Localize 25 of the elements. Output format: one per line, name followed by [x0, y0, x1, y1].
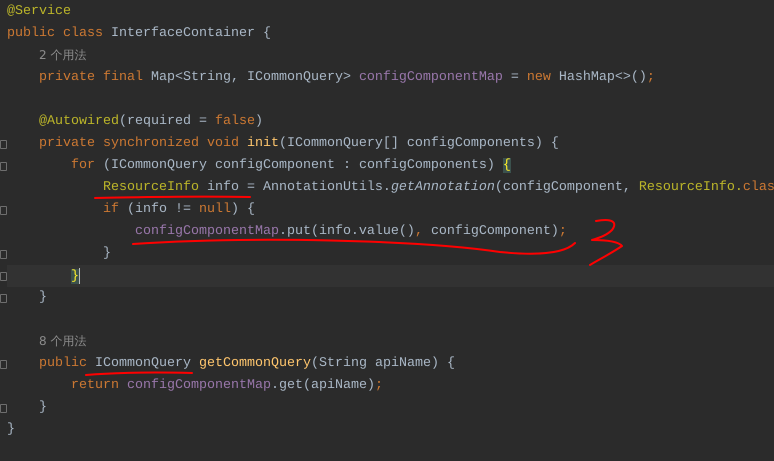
handwritten-three-drawing — [589, 219, 623, 266]
code-line: @Service — [7, 5, 71, 19]
fold-marker-icon[interactable] — [0, 162, 7, 170]
code-line: return configComponentMap.get(apiName); — [70, 379, 383, 393]
code-line: configComponentMap.put(info.value(), configComponent); — [134, 225, 567, 239]
code-line: @Autowired(required = false) — [38, 115, 263, 129]
code-line: ResourceInfo info = AnnotationUtils.getAnnotation(configComponent, ResourceInfo.clas — [102, 181, 774, 195]
code-line: } — [38, 401, 47, 415]
code-line: for (ICommonQuery configComponent : configComponents) { — [70, 159, 511, 173]
fold-marker-icon[interactable] — [0, 250, 7, 258]
code-line: } — [102, 247, 111, 261]
code-line: if (info != null) { — [102, 203, 255, 217]
usage-hint: 8 个用法 — [38, 334, 86, 350]
code-line: private synchronized void init(ICommonQuery[] configComponents) { — [38, 137, 559, 151]
fold-marker-icon[interactable] — [0, 294, 7, 302]
usage-hint: 2 个用法 — [38, 48, 86, 64]
fold-marker-icon[interactable] — [0, 140, 7, 148]
code-line: } — [7, 423, 15, 437]
fold-marker-icon[interactable] — [0, 404, 7, 412]
code-line: } — [38, 291, 47, 305]
code-line: public ICommonQuery getCommonQuery(String apiName) { — [38, 357, 455, 371]
fold-marker-icon[interactable] — [0, 206, 7, 214]
code-line: private final Map<String, ICommonQuery> configComponentMap = new HashMap<>(); — [38, 71, 655, 85]
code-line: public class InterfaceContainer { — [7, 27, 271, 41]
fold-marker-icon[interactable] — [0, 360, 7, 368]
